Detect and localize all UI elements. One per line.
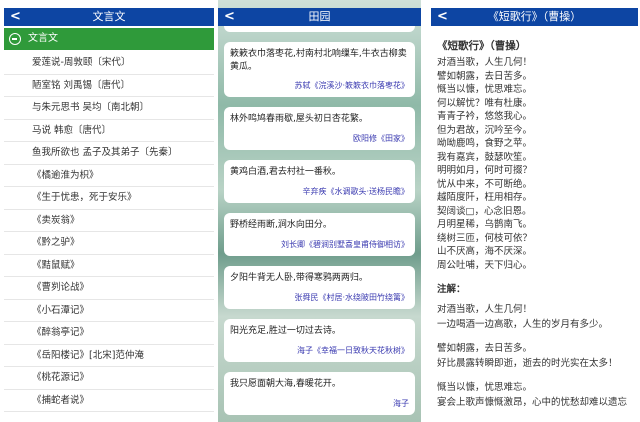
note-line: 一边喝酒一边高歌，人生的岁月有多少。 xyxy=(437,319,609,330)
poem-line: 忧从中来，不可断绝。 xyxy=(437,178,533,190)
list-item[interactable]: 《曹刿论战》 xyxy=(4,277,214,300)
quote-text: 林外鸣鸠春雨歇,屋头初日杏花繁。 xyxy=(230,114,368,124)
group-label: 文言文 xyxy=(28,33,58,44)
poem-line: 呦呦鹿鸣，食野之苹。 xyxy=(437,138,533,149)
list-item[interactable]: 《卖炭翁》 xyxy=(4,210,214,232)
poem-lines: 对酒当歌，人生几何！ 譬如朝露，去日苦多。 慨当以慷，忧思难忘。 何以解忧？唯有杜康。… xyxy=(437,56,634,272)
header-title: 田园 xyxy=(308,10,331,23)
list-item[interactable]: 《黠鼠赋》 xyxy=(4,255,214,277)
quote-card[interactable]: 我只愿面朝大海,春暖花开。海子 xyxy=(224,372,415,415)
poem-line: 绕树三匝，何枝可依？ xyxy=(437,232,533,244)
back-arrow-icon[interactable]: < xyxy=(437,8,448,26)
classical-chinese-screen: < 文言文 文言文 爱莲说-周敦颐〔宋代〕 陋室铭 刘禹锡〔唐代〕 与朱元思书 吴均… xyxy=(4,0,214,422)
notes-heading: 注解： xyxy=(437,284,466,295)
poem-line: 譬如朝露，去日苦多。 xyxy=(437,70,533,82)
quote-text: 簌簌衣巾落枣花,村南村北响缫车,牛衣古柳卖黄瓜。 xyxy=(230,49,407,72)
header-bar: < 文言文 xyxy=(4,8,214,26)
quote-text: 黄鸡白酒,君去村社一番秋。 xyxy=(230,167,341,177)
poem-line: 何以解忧？唯有杜康。 xyxy=(437,97,533,109)
quote-card[interactable]: 野桥经雨断,涧水向田分。刘长卿《碧涧别墅喜皇甫侍御相访》 xyxy=(224,213,415,256)
list-item[interactable]: 马说 韩愈〔唐代〕 xyxy=(4,120,214,142)
quote-cards: 簌簌衣巾落枣花,村南村北响缫车,牛衣古柳卖黄瓜。苏轼《浣溪沙·簌簌衣巾落枣花》林… xyxy=(224,26,415,415)
back-arrow-icon[interactable]: < xyxy=(10,8,21,26)
header-bar: < 《短歌行》（曹操） xyxy=(431,8,638,26)
list-item[interactable]: 《岳阳楼记》[北宋]范仲淹 xyxy=(4,345,214,367)
quote-source: 辛弃疾《水调歌头·送杨民瞻》 xyxy=(302,187,409,196)
header-bar: < 田园 xyxy=(218,8,421,26)
back-arrow-icon[interactable]: < xyxy=(224,8,235,26)
quote-source: 海子《幸福一日致秋天花秋树》 xyxy=(297,346,409,355)
note-line: 譬如朝露，去日苦多。 xyxy=(437,343,533,354)
list-item[interactable]: 《捕蛇者说》 xyxy=(4,390,214,412)
quote-card[interactable]: 黄鸡白酒,君去村社一番秋。辛弃疾《水调歌头·送杨民瞻》 xyxy=(224,160,415,203)
poem-title: 《短歌行》（曹操） xyxy=(437,40,527,52)
poem-line: 契阔谈□，心念旧恩。 xyxy=(437,205,532,217)
list-item[interactable]: 《醉翁亭记》 xyxy=(4,322,214,345)
quote-source: 苏轼《浣溪沙·簌簌衣巾落枣花》 xyxy=(294,81,409,90)
list-item[interactable]: 《黔之驴》 xyxy=(4,232,214,255)
quote-text: 阳光充足,胜过一切过去诗。 xyxy=(230,326,341,336)
quote-card[interactable]: 阳光充足,胜过一切过去诗。海子《幸福一日致秋天花秋树》 xyxy=(224,319,415,362)
note-line: 好比晨露转瞬即逝，逝去的时光实在太多！ xyxy=(437,358,618,369)
list-item[interactable]: 爱莲说-周敦颐〔宋代〕 xyxy=(4,52,214,75)
list-item[interactable]: 《生于忧患，死于安乐》 xyxy=(4,187,214,210)
list-item[interactable]: 鱼我所欲也 孟子及其弟子〔先秦〕 xyxy=(4,142,214,165)
quote-card[interactable]: 林外鸣鸠春雨歇,屋头初日杏花繁。欧阳修《田家》 xyxy=(224,107,415,150)
list-item[interactable]: 《桃花源记》 xyxy=(4,367,214,390)
quote-source: 刘长卿《碧涧别墅喜皇甫侍御相访》 xyxy=(281,240,409,249)
quote-text: 野桥经雨断,涧水向田分。 xyxy=(230,220,332,230)
quote-text: 夕阳牛背无人卧,带得寒鸦两两归。 xyxy=(230,273,368,283)
poem-line: 我有嘉宾，鼓瑟吹笙。 xyxy=(437,151,533,163)
header-title: 《短歌行》（曹操） xyxy=(487,10,582,23)
quote-card[interactable]: 夕阳牛背无人卧,带得寒鸦两两归。张舜民《村居·水绕陂田竹绕篱》 xyxy=(224,266,415,309)
poem-body: 《短歌行》（曹操） 对酒当歌，人生几何！ 譬如朝露，去日苦多。 慨当以慷，忧思难忘。… xyxy=(437,39,634,410)
poem-line: 对酒当歌，人生几何！ xyxy=(437,57,533,68)
quote-card[interactable]: 簌簌衣巾落枣花,村南村北响缫车,牛衣古柳卖黄瓜。苏轼《浣溪沙·簌簌衣巾落枣花》 xyxy=(224,42,415,97)
poem-line: 月明星稀，乌鹊南飞。 xyxy=(437,219,533,230)
poem-line: 青青子衿，悠悠我心。 xyxy=(437,111,533,122)
list-item[interactable]: 《小石潭记》 xyxy=(4,300,214,322)
poem-line: 山不厌高，海不厌深。 xyxy=(437,246,533,257)
quote-card-partial[interactable] xyxy=(224,26,415,32)
poem-line: 周公吐哺，天下归心。 xyxy=(437,259,533,271)
pastoral-screen: 簌簌衣巾落枣花,村南村北响缫车,牛衣古柳卖黄瓜。苏轼《浣溪沙·簌簌衣巾落枣花》林… xyxy=(218,0,421,422)
quote-text: 我只愿面朝大海,春暖花开。 xyxy=(230,379,341,389)
list-item[interactable]: 《橘逾淮为枳》 xyxy=(4,165,214,187)
group-header-classical[interactable]: 文言文 xyxy=(4,28,214,50)
poem-line: 越陌度阡，枉用相存。 xyxy=(437,192,533,203)
poem-line: 但为君故，沉吟至今。 xyxy=(437,124,533,136)
note-line: 宴会上歌声慷慨激昂，心中的忧愁却难以遗忘 xyxy=(437,397,628,408)
quote-source: 海子 xyxy=(393,399,409,408)
quote-source: 张舜民《村居·水绕陂田竹绕篱》 xyxy=(294,293,409,302)
quote-source: 欧阳修《田家》 xyxy=(353,134,409,143)
notes: 对酒当歌，人生几何！ 一边喝酒一边高歌，人生的岁月有多少。 譬如朝露，去日苦多。好比… xyxy=(437,302,634,410)
list-item[interactable]: 陋室铭 刘禹锡〔唐代〕 xyxy=(4,75,214,97)
collapse-minus-icon[interactable] xyxy=(9,33,21,45)
note-line: 慨当以慷，忧思难忘。 xyxy=(437,382,533,393)
list-item[interactable]: 与朱元思书 吴均〔南北朝〕 xyxy=(4,97,214,120)
note-line: 对酒当歌，人生几何！ xyxy=(437,304,533,315)
poem-line: 慨当以慷，忧思难忘。 xyxy=(437,84,533,95)
poem-detail-screen: < 《短歌行》（曹操） 《短歌行》（曹操） 对酒当歌，人生几何！ 譬如朝露，去日苦… xyxy=(431,0,638,422)
text-list: 爱莲说-周敦颐〔宋代〕 陋室铭 刘禹锡〔唐代〕 与朱元思书 吴均〔南北朝〕 马说 韩愈… xyxy=(4,52,214,412)
poem-line: 明明如月，何时可掇？ xyxy=(437,165,533,176)
header-title: 文言文 xyxy=(92,10,126,23)
